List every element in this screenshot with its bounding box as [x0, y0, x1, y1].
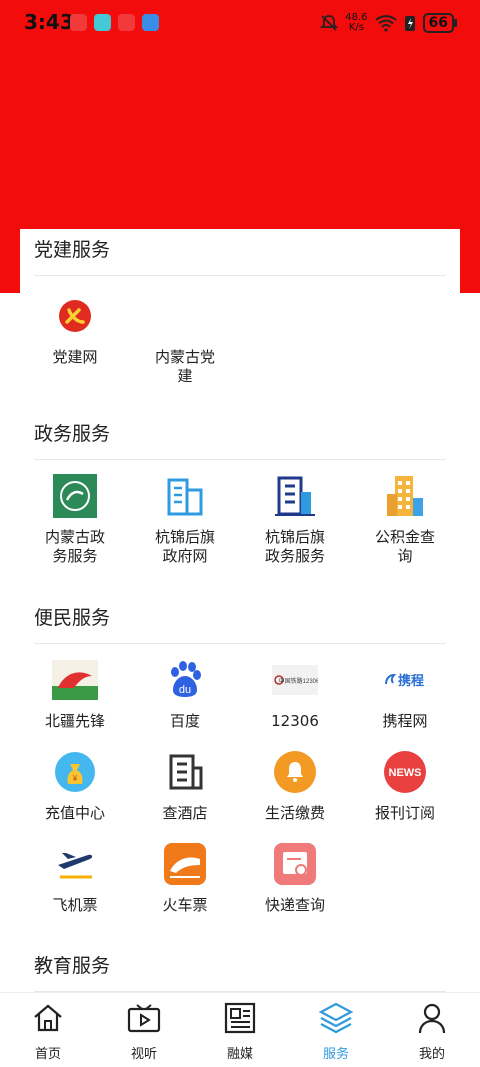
nav-label: 首页 — [34, 1047, 61, 1062]
service-label: 充值中心 — [44, 804, 105, 822]
nav-label: 我的 — [418, 1047, 445, 1062]
svg-text:¥: ¥ — [72, 774, 78, 783]
service-label: 百度 — [169, 712, 200, 730]
service-label: 快递查询 — [264, 896, 325, 914]
network-speed: 48.6 K/s — [345, 12, 368, 33]
baidu-icon: du — [161, 656, 209, 704]
service-item-utilities[interactable]: 生活缴费 — [240, 748, 350, 823]
service-item-hangjin-gov[interactable]: 杭锦后旗政府网 — [130, 472, 240, 566]
building-icon — [161, 472, 209, 520]
nav-home[interactable]: 首页 — [0, 1001, 96, 1062]
wifi-icon — [374, 15, 397, 32]
newspaper-icon — [192, 1001, 288, 1035]
service-label: 生活缴费 — [264, 804, 325, 822]
nav-services[interactable]: 服务 — [288, 1001, 384, 1062]
baidu-logo-text: du — [179, 684, 191, 696]
service-label: 飞机票 — [52, 896, 98, 914]
nav-label: 融媒 — [226, 1047, 253, 1062]
party-emblem-icon — [51, 292, 99, 340]
nav-media[interactable]: 融媒 — [192, 1001, 288, 1062]
service-item-hangjin-zhengwu[interactable]: 杭锦后旗政务服务 — [240, 472, 350, 566]
section-education: 教育服务 — [34, 951, 446, 992]
section-convenience: 便民服务 北疆先锋 du 百度 中国铁路12306 12306 携程 携程网 ¥… — [34, 603, 446, 934]
service-label: 党建网 — [52, 348, 98, 366]
service-label: 公积金查询 — [374, 528, 435, 565]
train-icon — [161, 840, 209, 888]
service-item-dangjianwang[interactable]: 党建网 — [20, 292, 130, 367]
battery-charging-icon — [404, 16, 415, 31]
service-item-neimenggu-zhengwu[interactable]: 内蒙古政务服务 — [20, 472, 130, 566]
service-item-gongjijin[interactable]: 公积金查询 — [350, 472, 460, 566]
layers-icon — [288, 1001, 384, 1035]
hotel-icon — [161, 748, 209, 796]
service-item-beijiang[interactable]: 北疆先锋 — [20, 656, 130, 731]
gov-logo-icon — [51, 472, 99, 520]
service-label: 杭锦后旗政府网 — [154, 528, 215, 565]
news-logo-text: NEWS — [389, 767, 422, 779]
section-title: 政务服务 — [34, 419, 446, 460]
nav-label: 视听 — [130, 1047, 157, 1062]
service-label: 携程网 — [382, 712, 428, 730]
service-item-neimenggu-dangjian[interactable]: 内蒙古党建 — [130, 292, 240, 386]
section-title: 便民服务 — [34, 603, 446, 644]
section-government: 政务服务 内蒙古政务服务 杭锦后旗政府网 杭锦后旗政务服务 公积金查询 — [34, 419, 446, 590]
service-item-newspaper[interactable]: NEWS 报刊订阅 — [350, 748, 460, 823]
nav-mine[interactable]: 我的 — [384, 1001, 480, 1062]
service-label: 火车票 — [162, 896, 208, 914]
services-card: 党建服务 党建网 内蒙古党建 政务服务 内蒙古政务服务 杭锦后旗政府网 杭锦后旗… — [20, 229, 460, 999]
service-item-recharge[interactable]: ¥ 充值中心 — [20, 748, 130, 823]
service-label: 内蒙古党建 — [154, 348, 215, 385]
service-label: 北疆先锋 — [44, 712, 105, 730]
service-item-ctrip[interactable]: 携程 携程网 — [350, 656, 460, 731]
railway-logo-icon: 中国铁路12306 — [271, 656, 319, 704]
service-item-hotel[interactable]: 查酒店 — [130, 748, 240, 823]
nav-video[interactable]: 视听 — [96, 1001, 192, 1062]
section-title: 党建服务 — [34, 235, 446, 276]
status-time: 3:43 — [24, 10, 74, 34]
service-label: 杭锦后旗政务服务 — [264, 528, 325, 565]
service-item-train[interactable]: 火车票 — [130, 840, 240, 915]
office-building-icon — [271, 472, 319, 520]
section-party: 党建服务 党建网 内蒙古党建 — [34, 235, 446, 396]
service-item-flight[interactable]: 飞机票 — [20, 840, 130, 915]
ctrip-logo-icon: 携程 — [381, 656, 429, 704]
notification-icon-3 — [118, 14, 135, 31]
service-label: 12306 — [271, 712, 319, 730]
battery-level: 66 — [422, 13, 458, 33]
bell-icon — [271, 748, 319, 796]
service-item-baidu[interactable]: du 百度 — [130, 656, 240, 731]
beijiang-logo-icon — [51, 656, 99, 704]
service-label: 报刊订阅 — [374, 804, 435, 822]
service-label: 内蒙古政务服务 — [44, 528, 105, 565]
bottom-nav: 首页 视听 融媒 服务 我的 — [0, 992, 480, 1067]
parcel-search-icon — [271, 840, 319, 888]
blank-icon — [161, 292, 209, 340]
video-icon — [96, 1001, 192, 1035]
money-bag-icon: ¥ — [51, 748, 99, 796]
home-icon — [0, 1001, 96, 1035]
mute-icon — [320, 15, 339, 31]
news-icon: NEWS — [381, 748, 429, 796]
notification-icon-4 — [142, 14, 159, 31]
railway-logo-text: 中国铁路12306 — [279, 677, 318, 685]
user-icon — [384, 1001, 480, 1035]
nav-label: 服务 — [322, 1047, 349, 1062]
section-title: 教育服务 — [34, 951, 446, 992]
notification-icon-2 — [94, 14, 111, 31]
notification-icon-1 — [70, 14, 87, 31]
plane-icon — [51, 840, 99, 888]
service-label: 查酒店 — [162, 804, 208, 822]
service-item-express[interactable]: 快递查询 — [240, 840, 350, 915]
status-bar: 3:43 48.6 K/s 66 — [0, 0, 480, 46]
city-building-icon — [381, 472, 429, 520]
ctrip-logo-text: 携程 — [398, 673, 424, 689]
service-item-12306[interactable]: 中国铁路12306 12306 — [240, 656, 350, 731]
